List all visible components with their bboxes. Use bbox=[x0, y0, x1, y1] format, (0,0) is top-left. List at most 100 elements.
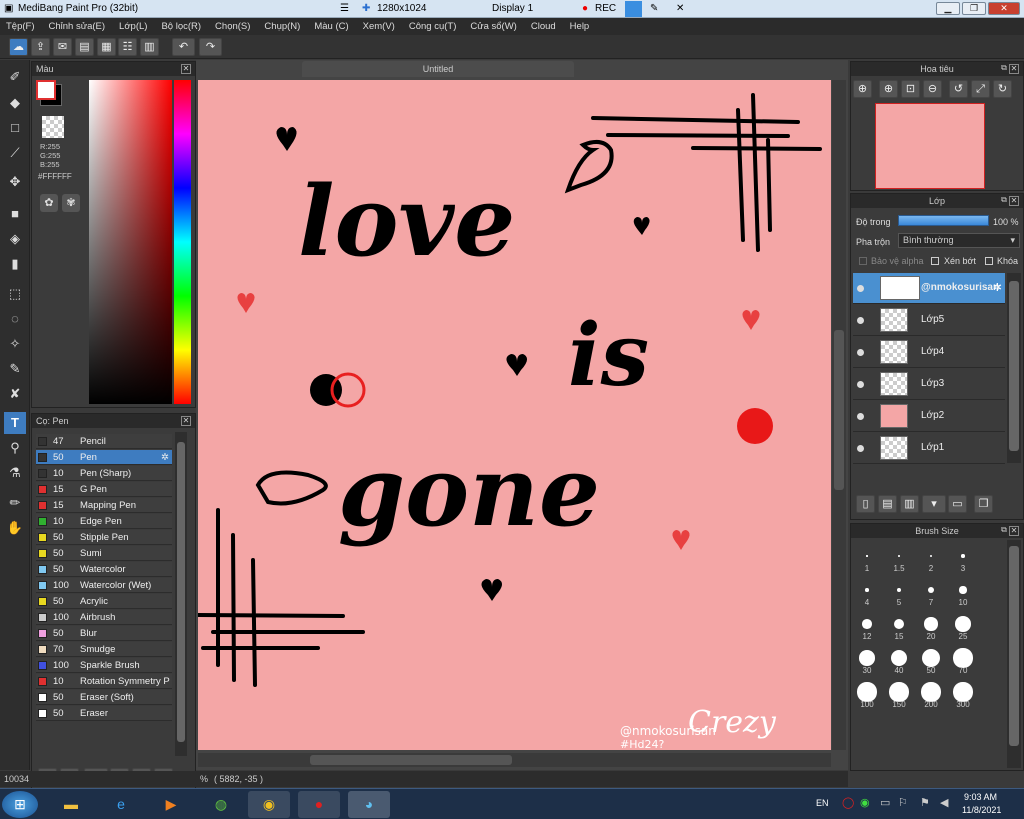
volume-icon[interactable]: ◀ bbox=[940, 796, 948, 809]
close-icon[interactable]: ✕ bbox=[1009, 64, 1019, 74]
brush-size-option[interactable]: 3 bbox=[948, 542, 978, 575]
menu-help[interactable]: Help bbox=[570, 21, 590, 32]
palette-icon[interactable]: ✿ bbox=[40, 194, 58, 212]
opera-tray-icon[interactable]: ◯ bbox=[842, 796, 854, 809]
brush-size-option[interactable]: 150 bbox=[884, 678, 914, 711]
brush-size-option[interactable]: 50 bbox=[916, 644, 946, 677]
cloud-icon[interactable]: ☁ bbox=[9, 38, 28, 56]
brush-size-option[interactable]: 5 bbox=[884, 576, 914, 609]
brush-item[interactable]: 50 Eraser bbox=[36, 706, 172, 721]
screen-icon[interactable] bbox=[625, 1, 642, 17]
layer-row[interactable]: Lớp1 bbox=[853, 433, 1005, 464]
record-icon[interactable]: ● bbox=[582, 3, 588, 14]
brush-size-option[interactable]: 1.5 bbox=[884, 542, 914, 575]
canvas-hscroll[interactable] bbox=[198, 753, 831, 767]
brush-item[interactable]: 50 Stipple Pen bbox=[36, 530, 172, 545]
drawing-canvas[interactable]: love is gone @nmokosurisan #Hd24? Crezy bbox=[198, 80, 831, 750]
hex-value[interactable]: #FFFFFF bbox=[38, 172, 72, 181]
magic-wand-icon[interactable]: ✧ bbox=[4, 333, 26, 355]
menu-file[interactable]: Tệp(F) bbox=[6, 21, 35, 32]
rec-label[interactable]: REC bbox=[595, 3, 616, 14]
grid-icon[interactable]: ▥ bbox=[140, 38, 159, 56]
visibility-icon[interactable] bbox=[857, 413, 864, 420]
brush-item[interactable]: 10 Edge Pen bbox=[36, 514, 172, 529]
brush-item[interactable]: 100 Sparkle Brush bbox=[36, 658, 172, 673]
list-icon[interactable]: ☷ bbox=[118, 38, 137, 56]
menu-select[interactable]: Chọn(S) bbox=[215, 21, 250, 32]
blend-mode-select[interactable]: Bình thường ▾ bbox=[898, 233, 1020, 248]
navigator-thumbnail[interactable] bbox=[875, 103, 985, 189]
menu-tools[interactable]: Công cụ(T) bbox=[409, 21, 457, 32]
line-tool-icon[interactable]: ⟋ bbox=[4, 142, 26, 164]
hue-slider[interactable] bbox=[174, 80, 191, 404]
close-button[interactable]: ✕ bbox=[988, 2, 1020, 15]
brush-item[interactable]: 50 Watercolor bbox=[36, 562, 172, 577]
select-eraser-icon[interactable]: ✘ bbox=[4, 383, 26, 405]
opacity-slider[interactable] bbox=[898, 215, 989, 226]
expand-icon[interactable]: ⧉ bbox=[999, 64, 1009, 74]
dot-tool-icon[interactable]: □ bbox=[4, 117, 26, 139]
brush-item[interactable]: 50 Pen ✲ bbox=[36, 450, 172, 465]
brush-item[interactable]: 100 Watercolor (Wet) bbox=[36, 578, 172, 593]
language-indicator[interactable]: EN bbox=[816, 798, 829, 808]
hand-tool-icon[interactable]: ✋ bbox=[4, 517, 26, 539]
folder-icon[interactable]: ▭ bbox=[948, 495, 967, 513]
layer-row[interactable]: Lớp2 bbox=[853, 401, 1005, 432]
start-button[interactable]: ⊞ bbox=[2, 791, 38, 818]
expand-icon[interactable]: ⧉ bbox=[999, 196, 1009, 206]
zoom-out-icon[interactable]: ⊖ bbox=[923, 80, 942, 98]
layer-row[interactable]: Lớp3 bbox=[853, 369, 1005, 400]
visibility-icon[interactable] bbox=[857, 317, 864, 324]
foreground-color-swatch[interactable] bbox=[36, 80, 56, 100]
brush-size-option[interactable]: 70 bbox=[948, 644, 978, 677]
brush-size-option[interactable]: 25 bbox=[948, 610, 978, 643]
ie-icon[interactable]: e bbox=[100, 791, 142, 818]
move-tool-icon[interactable]: ✥ bbox=[4, 171, 26, 193]
brush-item[interactable]: 10 Rotation Symmetry P bbox=[36, 674, 172, 689]
canvas-vscroll[interactable] bbox=[832, 80, 846, 750]
tray-network-icon[interactable]: ⚐ bbox=[898, 796, 908, 809]
maximize-button[interactable]: ❐ bbox=[962, 2, 986, 15]
gradient-tool-icon[interactable]: ▮ bbox=[4, 253, 26, 275]
document-tab[interactable]: Untitled bbox=[302, 61, 574, 77]
brush-item[interactable]: 15 Mapping Pen bbox=[36, 498, 172, 513]
brush-size-option[interactable]: 30 bbox=[852, 644, 882, 677]
visibility-icon[interactable] bbox=[857, 381, 864, 388]
flip-icon[interactable]: ⤢ bbox=[971, 80, 990, 98]
brush-size-option[interactable]: 40 bbox=[884, 644, 914, 677]
fit-screen-icon[interactable]: ⊡ bbox=[901, 80, 920, 98]
fill-rect-tool-icon[interactable]: ■ bbox=[4, 203, 26, 225]
brush-size-option[interactable]: 7 bbox=[916, 576, 946, 609]
palette-settings-icon[interactable]: ✾ bbox=[62, 194, 80, 212]
redo-icon[interactable]: ↷ bbox=[199, 38, 222, 56]
brush-item[interactable]: 10 Pen (Sharp) bbox=[36, 466, 172, 481]
brush-size-scrollbar[interactable] bbox=[1007, 540, 1021, 768]
undo-icon[interactable]: ↶ bbox=[172, 38, 195, 56]
chrome-icon[interactable]: ◉ bbox=[248, 791, 290, 818]
upload-icon[interactable]: ⇪ bbox=[31, 38, 50, 56]
zoom-in-icon[interactable]: ⊕ bbox=[879, 80, 898, 98]
visibility-icon[interactable] bbox=[857, 349, 864, 356]
brush-item[interactable]: 50 Sumi bbox=[36, 546, 172, 561]
close-icon[interactable]: ✕ bbox=[181, 416, 191, 426]
close-icon[interactable]: ✕ bbox=[181, 64, 191, 74]
brush-size-option[interactable]: 2 bbox=[916, 542, 946, 575]
close-icon[interactable]: ✕ bbox=[1009, 526, 1019, 536]
new-8bit-layer-icon[interactable]: ▥ bbox=[900, 495, 919, 513]
menu-window[interactable]: Cửa sổ(W) bbox=[470, 21, 516, 32]
menu-edit[interactable]: Chỉnh sửa(E) bbox=[49, 21, 106, 32]
brush-size-option[interactable]: 200 bbox=[916, 678, 946, 711]
tray-flag-icon[interactable]: ⚑ bbox=[920, 796, 930, 809]
select-rect-icon[interactable]: ⬚ bbox=[4, 283, 26, 305]
document-icon[interactable]: ▦ bbox=[97, 38, 116, 56]
new-halftone-layer-icon[interactable]: ▤ bbox=[878, 495, 897, 513]
close-overlay-icon[interactable]: ✕ bbox=[676, 3, 684, 14]
bucket-tool-icon[interactable]: ◈ bbox=[4, 228, 26, 250]
menu-cloud[interactable]: Cloud bbox=[531, 21, 556, 32]
chat-icon[interactable]: ▤ bbox=[75, 38, 94, 56]
brush-size-option[interactable]: 100 bbox=[852, 678, 882, 711]
expand-icon[interactable]: ⧉ bbox=[999, 526, 1009, 536]
layer-row[interactable]: @nmokosurisan ✲ bbox=[853, 273, 1005, 304]
hamburger-icon[interactable]: ☰ bbox=[340, 3, 349, 14]
recorder-icon[interactable]: ● bbox=[298, 791, 340, 818]
